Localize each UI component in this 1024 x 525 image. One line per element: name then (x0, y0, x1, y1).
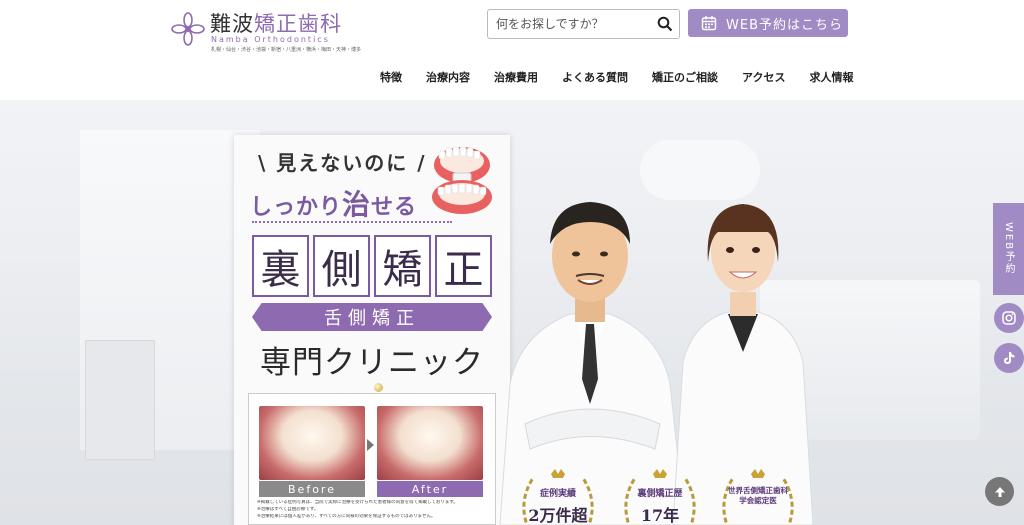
tagline-invisible: \ 見えないのに / (258, 151, 427, 175)
logo-name: 難波矯正歯科 (210, 12, 342, 36)
hero-panel: \ 見えないのに / しっかり治せる 裏 側 矯 正 舌側矯正 専門クリニック (234, 135, 510, 525)
search-icon[interactable] (657, 16, 673, 32)
disclaimer-note: ※治療はすべて自由診療です。 (257, 507, 319, 512)
clinic-cabinet (85, 340, 155, 460)
badge-label: 症例実績 (539, 489, 576, 499)
nav-item-consultation[interactable]: 矯正のご相談 (652, 69, 718, 85)
tiktok-button[interactable] (994, 343, 1024, 373)
main-nav: 特徴 治療内容 治療費用 よくある質問 矯正のご相談 アクセス 求人情報 (380, 69, 877, 85)
after-label: After (377, 481, 483, 497)
achievement-badge: 裏側矯正歴 17年 (617, 468, 703, 525)
before-after-card: Before After ※掲載している症例写真は、当院で実際に治療を受けられた… (248, 393, 496, 525)
title-char-3: 矯 (374, 235, 431, 297)
calendar-icon (701, 16, 717, 31)
arrow-up-icon (994, 486, 1005, 497)
before-teeth-image (259, 406, 365, 480)
logo-english-name: Namba Orthodontics (211, 35, 330, 44)
hero-section: \ 見えないのに / しっかり治せる 裏 側 矯 正 舌側矯正 専門クリニック (0, 100, 1024, 525)
side-web-reservation-tab[interactable]: WEB予約 (993, 203, 1024, 295)
before-label: Before (259, 481, 365, 497)
main-title: 裏 側 矯 正 (252, 235, 492, 297)
dental-model-icon (432, 146, 492, 214)
badge-value: 17年 (640, 506, 680, 525)
achievement-badge: 世界舌側矯正歯科学会認定医 (715, 468, 801, 525)
tiktok-icon (1004, 352, 1015, 364)
badge-value: 2万件超 (528, 506, 588, 525)
badge-label: 世界舌側矯正歯科学会認定医 (728, 486, 788, 505)
nav-item-access[interactable]: アクセス (742, 69, 785, 85)
clinic-label: 専門クリニック (260, 345, 484, 381)
title-char-2: 側 (313, 235, 370, 297)
search-box (487, 9, 680, 39)
achievement-badge: 症例実績 2万件超 (515, 468, 601, 525)
nav-item-faq[interactable]: よくある質問 (562, 69, 628, 85)
site-header: 難波矯正歯科 Namba Orthodontics 札幌・仙台・渋谷・池袋・新宿… (0, 0, 1024, 100)
nav-item-features[interactable]: 特徴 (380, 69, 402, 85)
logo-locations: 札幌・仙台・渋谷・池袋・新宿・八重洲・横浜・梅田・天神・博多 (211, 47, 362, 53)
after-teeth-image (377, 406, 483, 480)
dotted-divider (252, 221, 452, 223)
arrow-right-icon (367, 439, 374, 451)
title-char-1: 裏 (252, 235, 309, 297)
subtitle-band: 舌側矯正 (252, 303, 492, 331)
logo[interactable]: 難波矯正歯科 Namba Orthodontics 札幌・仙台・渋谷・池袋・新宿… (170, 8, 362, 54)
instagram-button[interactable] (994, 303, 1024, 333)
web-reservation-label: WEB予約はこちら (726, 17, 843, 33)
disclaimer-note: ※治療結果には個人差があり、すべての方に同様の効果を保証するものではありません。 (257, 514, 436, 519)
flower-logo-icon (171, 12, 205, 46)
search-input[interactable] (496, 15, 646, 33)
nav-item-recruit[interactable]: 求人情報 (809, 69, 853, 85)
disclaimer-note: ※掲載している症例写真は、当院で実際に治療を受けられた患者様の同意を得て掲載して… (257, 500, 458, 505)
web-reservation-button[interactable]: WEB予約はこちら (688, 9, 848, 37)
badge-label: 裏側矯正歴 (637, 489, 683, 499)
title-char-4: 正 (435, 235, 492, 297)
nav-item-fees[interactable]: 治療費用 (494, 69, 538, 85)
nav-item-treatment[interactable]: 治療内容 (426, 69, 470, 85)
pin-icon (374, 383, 383, 392)
tagline-fix: しっかり治せる (250, 188, 418, 221)
back-to-top-button[interactable] (985, 477, 1014, 506)
instagram-icon (1002, 311, 1016, 325)
